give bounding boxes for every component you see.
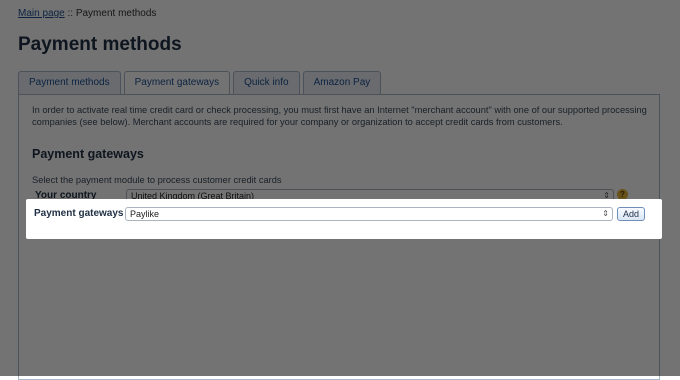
help-text: Select the payment module to process cus…	[32, 175, 282, 185]
gateway-select[interactable]: Paylike ⇕	[125, 207, 613, 221]
gateway-label: Payment gateways	[34, 208, 124, 219]
add-button[interactable]: Add	[617, 207, 646, 221]
tab-bar: Payment methods Payment gateways Quick i…	[18, 71, 384, 95]
breadcrumb: Main page :: Payment methods	[18, 8, 156, 19]
tab-payment-gateways[interactable]: Payment gateways	[123, 71, 231, 95]
tab-quick-info[interactable]: Quick info	[233, 71, 300, 94]
spotlight-highlight: Payment gateways Paylike ⇕ Add	[26, 199, 662, 239]
breadcrumb-home-link[interactable]: Main page	[18, 8, 65, 19]
select-arrow-icon: ⇕	[602, 209, 609, 218]
tab-amazon-pay[interactable]: Amazon Pay	[302, 71, 382, 94]
breadcrumb-separator: ::	[67, 8, 74, 19]
section-title: Payment gateways	[32, 147, 144, 161]
intro-text: In order to activate real time credit ca…	[32, 105, 647, 127]
gateway-select-value: Paylike	[130, 209, 160, 219]
tab-payment-methods[interactable]: Payment methods	[18, 71, 121, 94]
breadcrumb-current: Payment methods	[75, 8, 157, 19]
page-title: Payment methods	[18, 34, 182, 55]
